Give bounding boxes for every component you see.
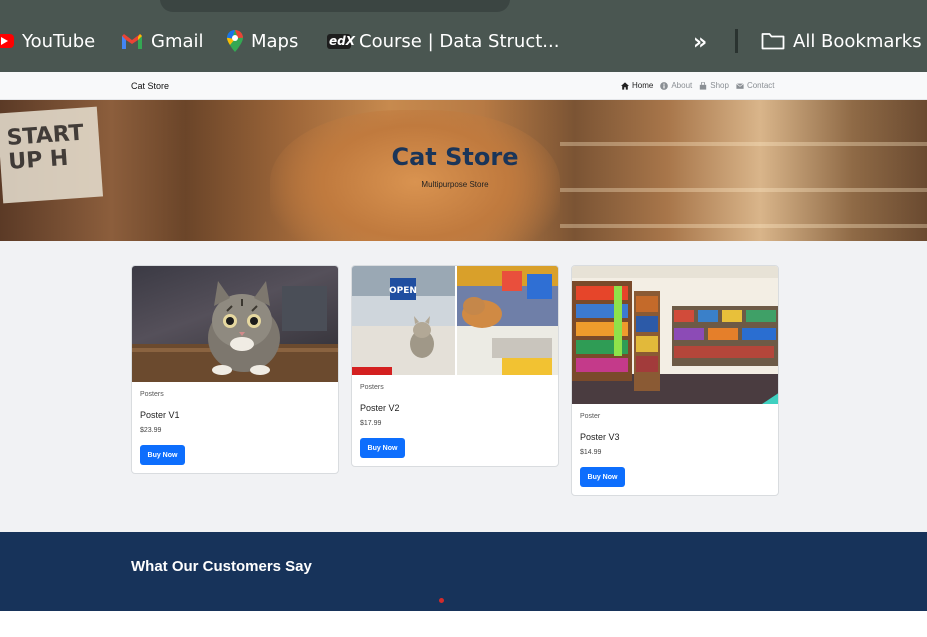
bookmark-label: Course | Data Struct...	[359, 30, 560, 52]
nav-contact-link[interactable]: Contact	[736, 81, 775, 90]
nav-link-label: Shop	[710, 81, 729, 90]
bookmark-label: Gmail	[151, 30, 204, 52]
nav-about-link[interactable]: About	[660, 81, 692, 90]
edx-icon: edX	[327, 33, 355, 49]
nav-link-label: Home	[632, 81, 654, 90]
product-price: $17.99	[360, 420, 382, 427]
double-chevron-icon[interactable]: »	[693, 30, 707, 55]
product-card: Posters Poster V1 $23.99 Buy Now	[131, 265, 339, 474]
product-card: Poster Poster V3 $14.99 Buy Now	[571, 265, 779, 496]
product-category: Posters	[140, 391, 164, 398]
envelope-icon	[736, 82, 744, 89]
site-navbar: Cat Store Home About Shop Contact	[0, 72, 927, 100]
bookmark-youtube[interactable]: YouTube	[0, 28, 95, 54]
bookmark-gmail[interactable]: Gmail	[121, 28, 204, 54]
hero-cat-image	[270, 110, 560, 241]
open-sign-text: OPEN	[389, 286, 417, 296]
product-image	[572, 266, 778, 404]
nav-link-label: Contact	[746, 81, 775, 90]
product-name: Poster V1	[140, 410, 180, 420]
product-price: $14.99	[580, 449, 602, 456]
product-category: Poster	[580, 413, 601, 420]
bookmarks-bar: YouTube Gmail Maps edX Course | Data Str…	[0, 0, 927, 72]
folder-icon	[761, 32, 785, 50]
hero-title: Cat Store	[391, 143, 519, 171]
nav-links: Home About Shop Contact	[621, 81, 775, 90]
buy-now-button[interactable]: Buy Now	[360, 438, 405, 458]
product-price: $23.99	[140, 427, 162, 434]
home-icon	[621, 81, 629, 90]
all-bookmarks-label: All Bookmarks	[793, 30, 922, 52]
bookmark-course[interactable]: edX Course | Data Struct...	[327, 28, 559, 54]
address-bar[interactable]	[160, 0, 510, 12]
nav-shop-link[interactable]: Shop	[699, 81, 729, 90]
nav-home-link[interactable]: Home	[621, 81, 653, 90]
product-image	[132, 266, 338, 382]
bookmark-label: Maps	[251, 30, 299, 52]
bookmarks-divider	[735, 29, 738, 53]
carousel-indicator[interactable]	[439, 598, 444, 603]
product-name: Poster V2	[360, 403, 400, 413]
info-icon	[660, 81, 669, 90]
hero-subtitle: Multipurpose Store	[421, 180, 489, 189]
product-card: OPEN Posters Poster V2 $17.99 Buy Now	[351, 265, 559, 467]
hero-banner: START UP H Cat Store Multipurpose Store	[0, 100, 927, 241]
hero-shelf	[560, 224, 927, 228]
bookmark-maps[interactable]: Maps	[227, 28, 298, 54]
youtube-icon	[0, 34, 14, 48]
bookmark-label: YouTube	[22, 30, 96, 52]
testimonials-section: What Our Customers Say	[0, 532, 927, 611]
maps-icon	[227, 30, 243, 52]
bag-icon	[700, 81, 707, 90]
nav-link-label: About	[671, 81, 693, 90]
buy-now-button[interactable]: Buy Now	[140, 445, 185, 465]
brand-logo[interactable]: Cat Store	[131, 81, 169, 91]
testimonials-title: What Our Customers Say	[131, 558, 312, 575]
gmail-icon	[121, 33, 143, 50]
all-bookmarks-button[interactable]: All Bookmarks	[761, 28, 922, 54]
products-section: Posters Poster V1 $23.99 Buy Now OPEN Po…	[0, 241, 927, 532]
product-name: Poster V3	[580, 432, 620, 442]
buy-now-button[interactable]: Buy Now	[580, 467, 625, 487]
product-category: Posters	[360, 384, 384, 391]
product-image: OPEN	[352, 266, 558, 375]
